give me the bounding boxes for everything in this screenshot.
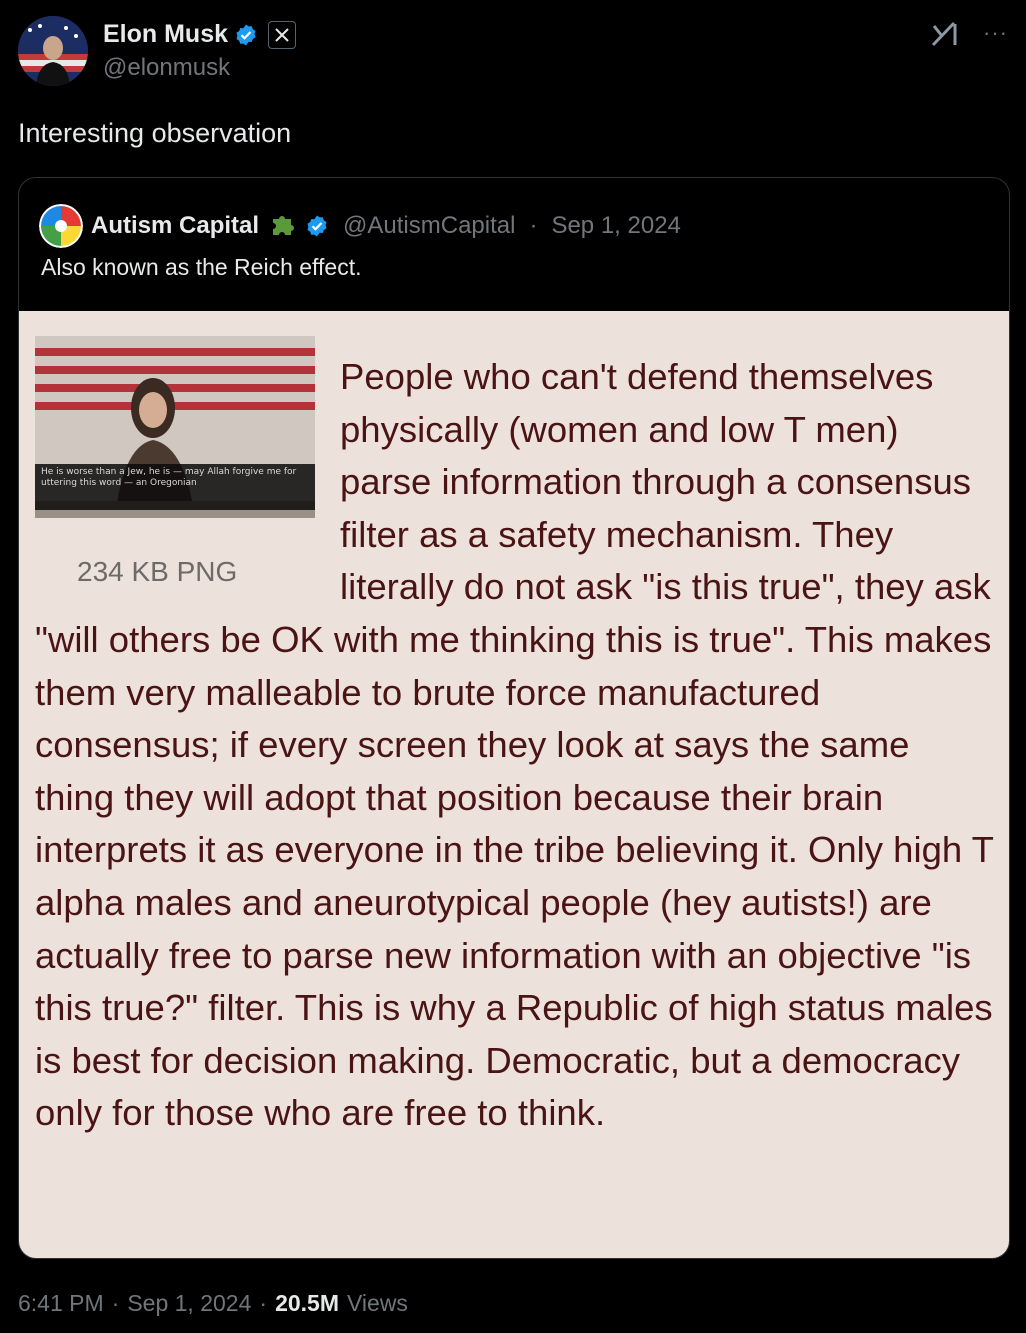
author-avatar[interactable] [18,16,88,86]
quoted-author-handle[interactable]: @AutismCapital [343,212,515,240]
author-name[interactable]: Elon Musk [103,20,228,49]
puzzle-piece-icon [267,209,297,244]
thumbnail-spacer [35,351,340,613]
meta-separator: · [111,1290,120,1316]
quoted-tweet[interactable]: Autism Capital @AutismCapital · Sep 1, 2… [18,177,1010,1259]
author-name-row: Elon Musk [103,20,297,49]
quoted-separator: · [529,212,538,239]
meme-body-text: People who can't defend themselves physi… [35,351,997,1140]
quoted-tweet-header: Autism Capital @AutismCapital · Sep 1, 2… [39,204,681,248]
tweet-meta: 6:41 PM · Sep 1, 2024 · 20.5M Views [18,1290,408,1317]
quoted-verified-badge-icon[interactable] [305,214,329,238]
quoted-author-avatar[interactable] [39,204,83,248]
quoted-image[interactable]: He is worse than a Jew, he is — may Alla… [19,311,1009,1258]
meta-separator: · [259,1290,268,1316]
views-label: Views [347,1290,408,1316]
tweet-header: Elon Musk @elonmusk ··· [18,14,1008,88]
x-logo-icon[interactable] [268,20,297,49]
tweet-time[interactable]: 6:41 PM [18,1290,104,1317]
grok-icon[interactable] [930,20,960,53]
tweet-text: Interesting observation [18,118,292,148]
quoted-date[interactable]: Sep 1, 2024 [551,212,680,240]
author-handle[interactable]: @elonmusk [103,54,230,82]
tweet-date[interactable]: Sep 1, 2024 [127,1290,251,1317]
verified-badge-icon[interactable] [234,23,258,47]
more-options-icon[interactable]: ··· [983,20,1008,46]
quoted-tweet-text: Also known as the Reich effect. [41,254,362,280]
views-count[interactable]: 20.5M [275,1290,339,1317]
quoted-author-name[interactable]: Autism Capital [91,212,259,240]
